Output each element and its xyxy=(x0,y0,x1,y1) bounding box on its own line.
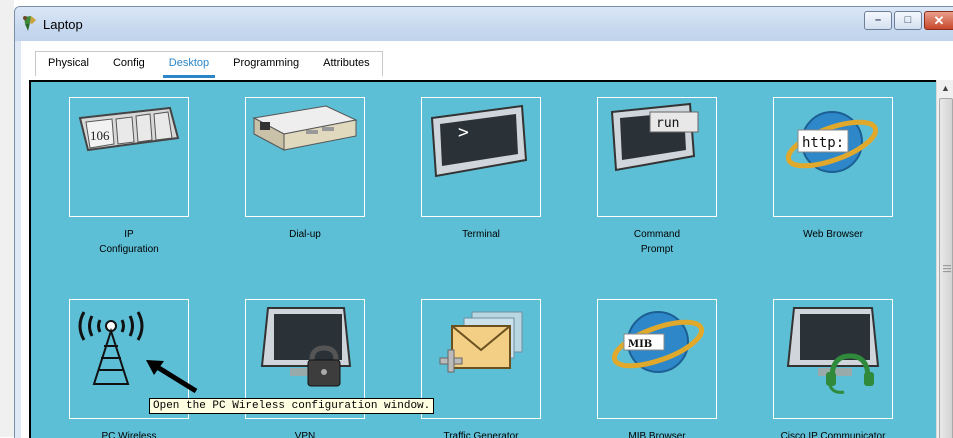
web-browser-icon: http: xyxy=(785,111,879,173)
terminal-icon: > xyxy=(430,104,528,178)
tab-desktop[interactable]: Desktop xyxy=(157,52,221,78)
app-tile-frame[interactable] xyxy=(773,299,893,419)
app-ip-configuration[interactable]: 106 IP Configuration xyxy=(69,97,189,255)
app-command-prompt[interactable]: run Command Prompt xyxy=(597,97,717,255)
headset-monitor-icon xyxy=(786,307,880,394)
app-label: Web Browser xyxy=(743,227,923,242)
app-tile-frame[interactable]: 106 xyxy=(69,97,189,217)
app-web-browser[interactable]: http: Web Browser xyxy=(773,97,893,240)
command-prompt-icon: run xyxy=(610,102,699,172)
maximize-button[interactable]: □ xyxy=(894,11,922,30)
app-label-line1: Dial-up xyxy=(289,229,321,240)
app-traffic-generator[interactable]: Traffic Generator xyxy=(421,299,541,438)
web-browser-icon-text: http: xyxy=(802,135,844,151)
app-label: Dial-up xyxy=(215,227,395,242)
app-label-line1: Command xyxy=(633,229,681,240)
app-label: IP Configuration xyxy=(39,227,219,257)
app-tile-frame[interactable]: run xyxy=(597,97,717,217)
app-tile-frame[interactable]: MIB xyxy=(597,299,717,419)
app-tile-frame[interactable]: http: xyxy=(773,97,893,217)
close-icon: ✕ xyxy=(933,13,945,28)
app-cisco-ip-communicator[interactable]: Cisco IP Communicator xyxy=(773,299,893,438)
tab-programming[interactable]: Programming xyxy=(221,52,311,76)
app-label: Command Prompt xyxy=(567,227,747,257)
grip-icon: — — — xyxy=(943,261,951,276)
background-desktop xyxy=(0,0,14,437)
app-terminal[interactable]: > Terminal xyxy=(421,97,541,240)
scroll-thumb[interactable]: — — — xyxy=(939,98,953,438)
pointer-arrow-icon xyxy=(146,360,198,394)
window-title: Laptop xyxy=(43,17,83,32)
app-label-line1: Web Browser xyxy=(803,229,863,240)
app-label-line2: Configuration xyxy=(99,244,159,255)
ip-config-icon: 106 xyxy=(78,106,180,152)
app-tile-frame[interactable] xyxy=(245,97,365,217)
tab-physical[interactable]: Physical xyxy=(36,52,101,76)
vertical-scrollbar[interactable]: ▲ — — — xyxy=(936,80,953,438)
tab-bar: Physical Config Desktop Programming Attr… xyxy=(35,51,383,78)
app-label-line1: Terminal xyxy=(462,229,500,240)
terminal-prompt-text: > xyxy=(458,122,469,143)
maximize-icon: □ xyxy=(904,14,912,26)
window-controls: – □ ✕ xyxy=(862,11,953,31)
app-dial-up[interactable]: Dial-up xyxy=(245,97,365,240)
command-prompt-icon-text: run xyxy=(656,116,679,131)
ip-config-icon-text: 106 xyxy=(90,128,110,143)
app-tile-frame[interactable] xyxy=(421,299,541,419)
modem-icon xyxy=(252,105,358,151)
minimize-button[interactable]: – xyxy=(864,11,892,30)
envelope-icon xyxy=(439,311,523,373)
close-button[interactable]: ✕ xyxy=(924,11,953,30)
tab-config[interactable]: Config xyxy=(101,52,157,76)
mib-browser-icon-text: MIB xyxy=(628,339,652,350)
minimize-icon: – xyxy=(874,14,882,26)
app-label-line1: IP xyxy=(124,229,134,240)
laptop-app-icon xyxy=(23,16,36,31)
tooltip: Open the PC Wireless configuration windo… xyxy=(149,398,435,414)
title-bar[interactable]: Laptop – □ ✕ xyxy=(15,7,953,41)
app-mib-browser[interactable]: MIB MIB Browser xyxy=(597,299,717,438)
app-tile-frame[interactable]: > xyxy=(421,97,541,217)
app-label: Terminal xyxy=(391,227,571,242)
scroll-up-arrow-icon[interactable]: ▲ xyxy=(937,80,953,97)
tab-attributes[interactable]: Attributes xyxy=(311,52,381,76)
mib-browser-icon: MIB xyxy=(611,311,705,373)
app-label-line2: Prompt xyxy=(640,244,674,255)
